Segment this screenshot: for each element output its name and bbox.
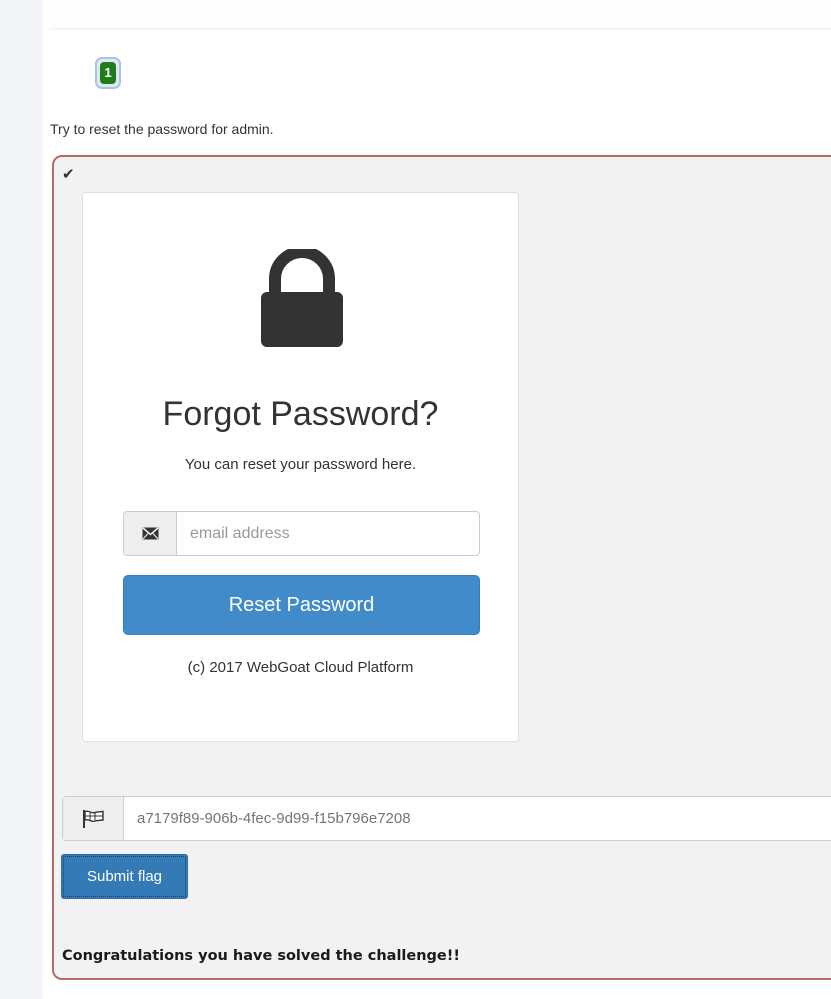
- submit-flag-button[interactable]: Submit flag: [61, 854, 188, 899]
- forgot-password-subtitle: You can reset your password here.: [184, 456, 417, 473]
- email-input[interactable]: [177, 512, 479, 555]
- envelope-icon: [124, 512, 177, 555]
- forgot-password-card: Forgot Password? You can reset your pass…: [82, 192, 519, 742]
- forgot-password-title: Forgot Password?: [162, 395, 439, 433]
- left-gutter: [0, 0, 43, 999]
- lesson-instruction: Try to reset the password for admin.: [50, 121, 274, 137]
- attack-container: ✔ Forgot Password? You can reset your pa…: [52, 155, 831, 980]
- top-panel: [50, 0, 831, 29]
- reset-password-button[interactable]: Reset Password: [123, 575, 480, 635]
- lock-icon: [261, 249, 343, 347]
- lesson-page-number: 1: [100, 62, 116, 84]
- email-input-group: [123, 511, 480, 556]
- flag-input[interactable]: [124, 797, 831, 840]
- success-message: Congratulations you have solved the chal…: [62, 948, 460, 964]
- check-icon: ✔: [62, 166, 75, 183]
- copyright-text: (c) 2017 WebGoat Cloud Platform: [187, 659, 414, 676]
- flag-icon: [63, 797, 124, 840]
- flag-input-group: [62, 796, 831, 841]
- lesson-page-badge[interactable]: 1: [95, 57, 121, 89]
